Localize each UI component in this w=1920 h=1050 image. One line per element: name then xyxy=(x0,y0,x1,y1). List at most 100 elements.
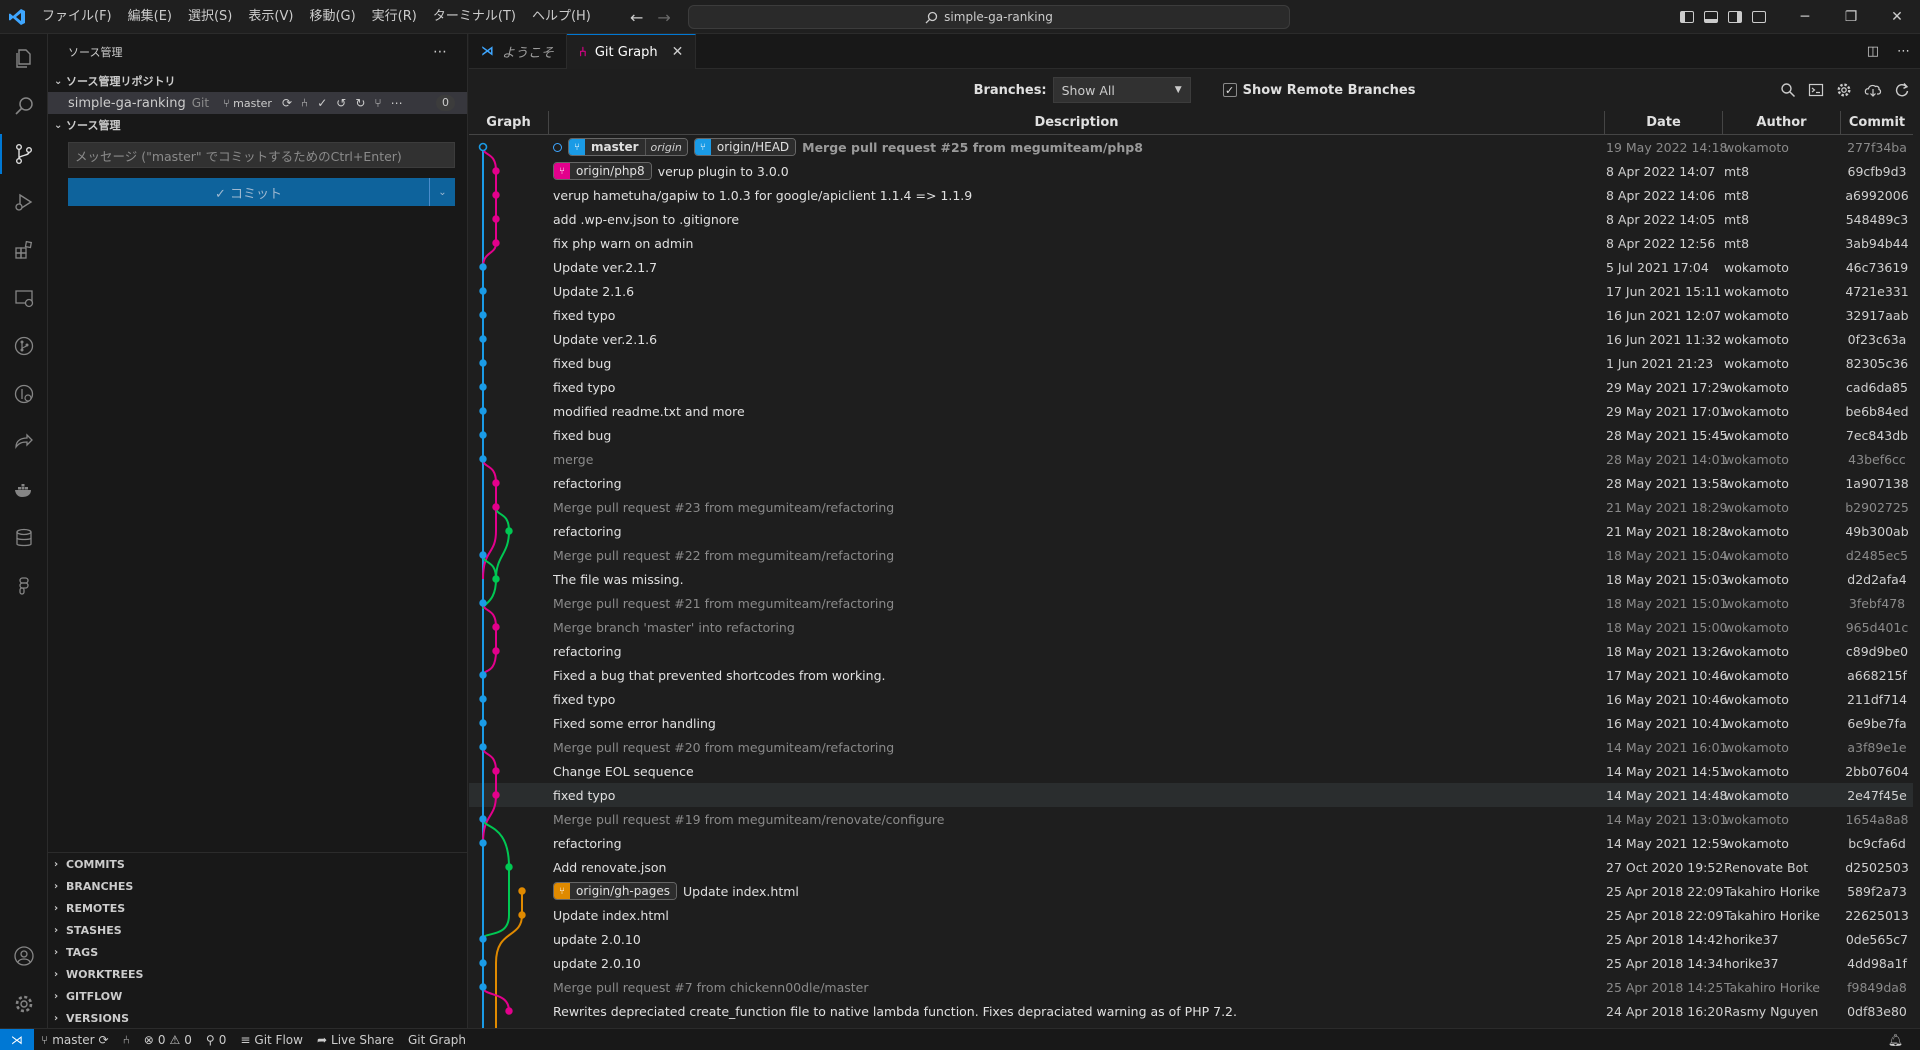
commit-row[interactable]: Update index.html 25 Apr 2018 22:09 Takahi… xyxy=(469,903,1913,927)
commit-row[interactable]: Merge pull request #20 from megumiteam/r… xyxy=(469,735,1913,759)
remote-indicator-icon[interactable]: ⋊ xyxy=(0,1028,34,1050)
back-arrow-icon[interactable]: ← xyxy=(630,8,643,27)
commit-node[interactable] xyxy=(479,311,487,319)
customize-layout-icon[interactable] xyxy=(1752,11,1766,23)
branch-ref-badge[interactable]: ⑂ origin/php8 xyxy=(553,162,652,180)
commit-row[interactable]: fixed typo 29 May 2021 17:29 wokamoto cad6d… xyxy=(469,375,1913,399)
commit-button[interactable]: ✓ コミット ⌄ xyxy=(68,178,455,206)
close-window-icon[interactable]: ✕ xyxy=(1874,0,1920,34)
commit-row[interactable]: fix php warn on admin 8 Apr 2022 12:56 mt8… xyxy=(469,231,1913,255)
commit-row[interactable]: Merge pull request #21 from megumiteam/r… xyxy=(469,591,1913,615)
toggle-panel-icon[interactable] xyxy=(1704,11,1718,23)
commit-node[interactable] xyxy=(505,863,513,871)
commit-row[interactable]: refactoring 18 May 2021 13:26 wokamoto c89d… xyxy=(469,639,1913,663)
commit-node[interactable] xyxy=(479,983,487,991)
commit-node[interactable] xyxy=(479,743,487,751)
commit-node[interactable] xyxy=(518,911,526,919)
fetch-icon[interactable] xyxy=(1864,82,1882,98)
git-graph-small-icon[interactable]: ⑃ xyxy=(301,96,308,110)
terminal-icon[interactable] xyxy=(1808,82,1824,98)
commit-node[interactable] xyxy=(479,815,487,823)
section-worktrees[interactable]: › WORKTREES xyxy=(48,963,468,985)
commit-node[interactable] xyxy=(479,263,487,271)
commit-node[interactable] xyxy=(492,191,500,199)
commit-node[interactable] xyxy=(479,407,487,415)
repository-branch[interactable]: ⑂ master xyxy=(223,97,272,110)
refresh-icon[interactable]: ↻ xyxy=(355,96,365,110)
commit-node[interactable] xyxy=(479,335,487,343)
scm-section-header[interactable]: ⌄ ソース管理 xyxy=(48,114,467,136)
live-share-icon[interactable] xyxy=(0,418,48,466)
notifications-bell-icon[interactable]: 🔔︎ xyxy=(1881,1033,1910,1047)
run-debug-icon[interactable] xyxy=(0,178,48,226)
account-icon[interactable] xyxy=(0,932,48,980)
split-editor-icon[interactable]: ◫ xyxy=(1867,44,1879,59)
column-description[interactable]: Description xyxy=(549,111,1605,134)
commit-node[interactable] xyxy=(492,575,500,583)
branch-ref-badge[interactable]: ⑂ master origin xyxy=(568,138,688,156)
status-live-share[interactable]: ➦ Live Share xyxy=(310,1033,401,1047)
commit-node[interactable] xyxy=(492,167,500,175)
docker-icon[interactable] xyxy=(0,466,48,514)
git-history-icon[interactable] xyxy=(0,370,48,418)
toggle-sidebar-icon[interactable] xyxy=(1680,11,1694,23)
commit-node[interactable] xyxy=(492,503,500,511)
sync-icon[interactable]: ⟳ xyxy=(282,96,292,110)
commit-row[interactable]: refactoring 14 May 2021 12:59 wokamoto bc9c… xyxy=(469,831,1913,855)
column-author[interactable]: Author xyxy=(1723,111,1841,134)
commit-row[interactable]: ⑂ origin/php8 verup plugin to 3.0.0 8 Apr 2… xyxy=(469,159,1913,183)
commit-node[interactable] xyxy=(505,527,513,535)
commit-row[interactable]: fixed typo 16 May 2021 10:46 wokamoto 211df… xyxy=(469,687,1913,711)
branch-ref-badge[interactable]: ⑂ origin/gh-pages xyxy=(553,882,677,900)
minimize-icon[interactable]: ─ xyxy=(1782,0,1828,34)
commit-row[interactable]: Merge pull request #22 from megumiteam/r… xyxy=(469,543,1913,567)
refresh-view-icon[interactable] xyxy=(1894,82,1910,98)
menu-run[interactable]: 実行(R) xyxy=(364,0,425,34)
check-icon[interactable]: ✓ xyxy=(317,96,327,110)
forward-arrow-icon[interactable]: → xyxy=(657,8,670,27)
commit-row[interactable]: Merge pull request #7 from chickenn00dle… xyxy=(469,975,1913,999)
commit-node[interactable] xyxy=(479,959,487,967)
repository-row[interactable]: simple-ga-ranking Git ⑂ master ⟳ ⑃ ✓ ↺ ↻… xyxy=(48,92,467,114)
commit-row[interactable]: Rewrites depreciated create_function fil… xyxy=(469,999,1913,1023)
section-branches[interactable]: › BRANCHES xyxy=(48,875,468,897)
commit-row[interactable]: Fixed a bug that prevented shortcodes fr… xyxy=(469,663,1913,687)
commit-row[interactable]: fixed bug 28 May 2021 15:45 wokamoto 7ec843… xyxy=(469,423,1913,447)
database-icon[interactable] xyxy=(0,514,48,562)
branches-select[interactable]: Show All ▼ xyxy=(1052,77,1191,103)
extensions-icon[interactable] xyxy=(0,226,48,274)
commit-row[interactable]: Update ver.2.1.7 5 Jul 2021 17:04 wokamoto… xyxy=(469,255,1913,279)
status-ports[interactable]: ⚲ 0 xyxy=(199,1033,233,1047)
menu-go[interactable]: 移動(G) xyxy=(301,0,363,34)
status-git-graph-icon-item[interactable]: ⑃ xyxy=(116,1033,137,1047)
commit-row[interactable]: The file was missing. 18 May 2021 15:03 wo… xyxy=(469,567,1913,591)
commit-row[interactable]: ⑂ master origin ⑂ origin/HEAD Merge pull requ… xyxy=(469,135,1913,159)
git-graph-icon[interactable] xyxy=(0,322,48,370)
commit-row[interactable]: Update ver.2.1.6 16 Jun 2021 11:32 wokamot… xyxy=(469,327,1913,351)
search-icon[interactable] xyxy=(0,82,48,130)
show-remote-branches-checkbox[interactable]: ✓ Show Remote Branches xyxy=(1222,83,1415,98)
tab-welcome[interactable]: ⋊ ようこそ xyxy=(469,34,568,69)
status-branch[interactable]: ⑂ master ⟳ xyxy=(34,1033,116,1047)
commit-node[interactable] xyxy=(492,791,500,799)
restore-icon[interactable]: ❐ xyxy=(1828,0,1874,34)
commit-node[interactable] xyxy=(492,479,500,487)
repositories-section-header[interactable]: ⌄ ソース管理リポジトリ xyxy=(48,70,467,92)
commit-row[interactable]: Merge pull request #19 from megumiteam/r… xyxy=(469,807,1913,831)
commit-row[interactable]: update 2.0.10 25 Apr 2018 14:42 horike37 0d… xyxy=(469,927,1913,951)
commit-node[interactable] xyxy=(479,359,487,367)
commit-row[interactable]: fixed typo 14 May 2021 14:48 wokamoto 2e47f… xyxy=(469,783,1913,807)
commit-dropdown-icon[interactable]: ⌄ xyxy=(429,178,455,206)
commit-node[interactable] xyxy=(492,239,500,247)
commit-row[interactable]: Merge branch 'master' into refactoring 18… xyxy=(469,615,1913,639)
menu-file[interactable]: ファイル(F) xyxy=(34,0,120,34)
commit-row[interactable]: refactoring 28 May 2021 13:58 wokamoto 1a90… xyxy=(469,471,1913,495)
merge-icon[interactable]: ⑂ xyxy=(374,96,381,110)
menu-selection[interactable]: 選択(S) xyxy=(180,0,240,34)
commit-row[interactable]: fixed typo 16 Jun 2021 12:07 wokamoto 32917… xyxy=(469,303,1913,327)
commit-row[interactable]: merge 28 May 2021 14:01 wokamoto 43bef6cc xyxy=(469,447,1913,471)
section-gitflow[interactable]: › GITFLOW xyxy=(48,985,468,1007)
section-commits[interactable]: › COMMITS xyxy=(48,853,468,875)
toggle-secondary-sidebar-icon[interactable] xyxy=(1728,11,1742,23)
source-control-icon[interactable] xyxy=(0,130,48,178)
